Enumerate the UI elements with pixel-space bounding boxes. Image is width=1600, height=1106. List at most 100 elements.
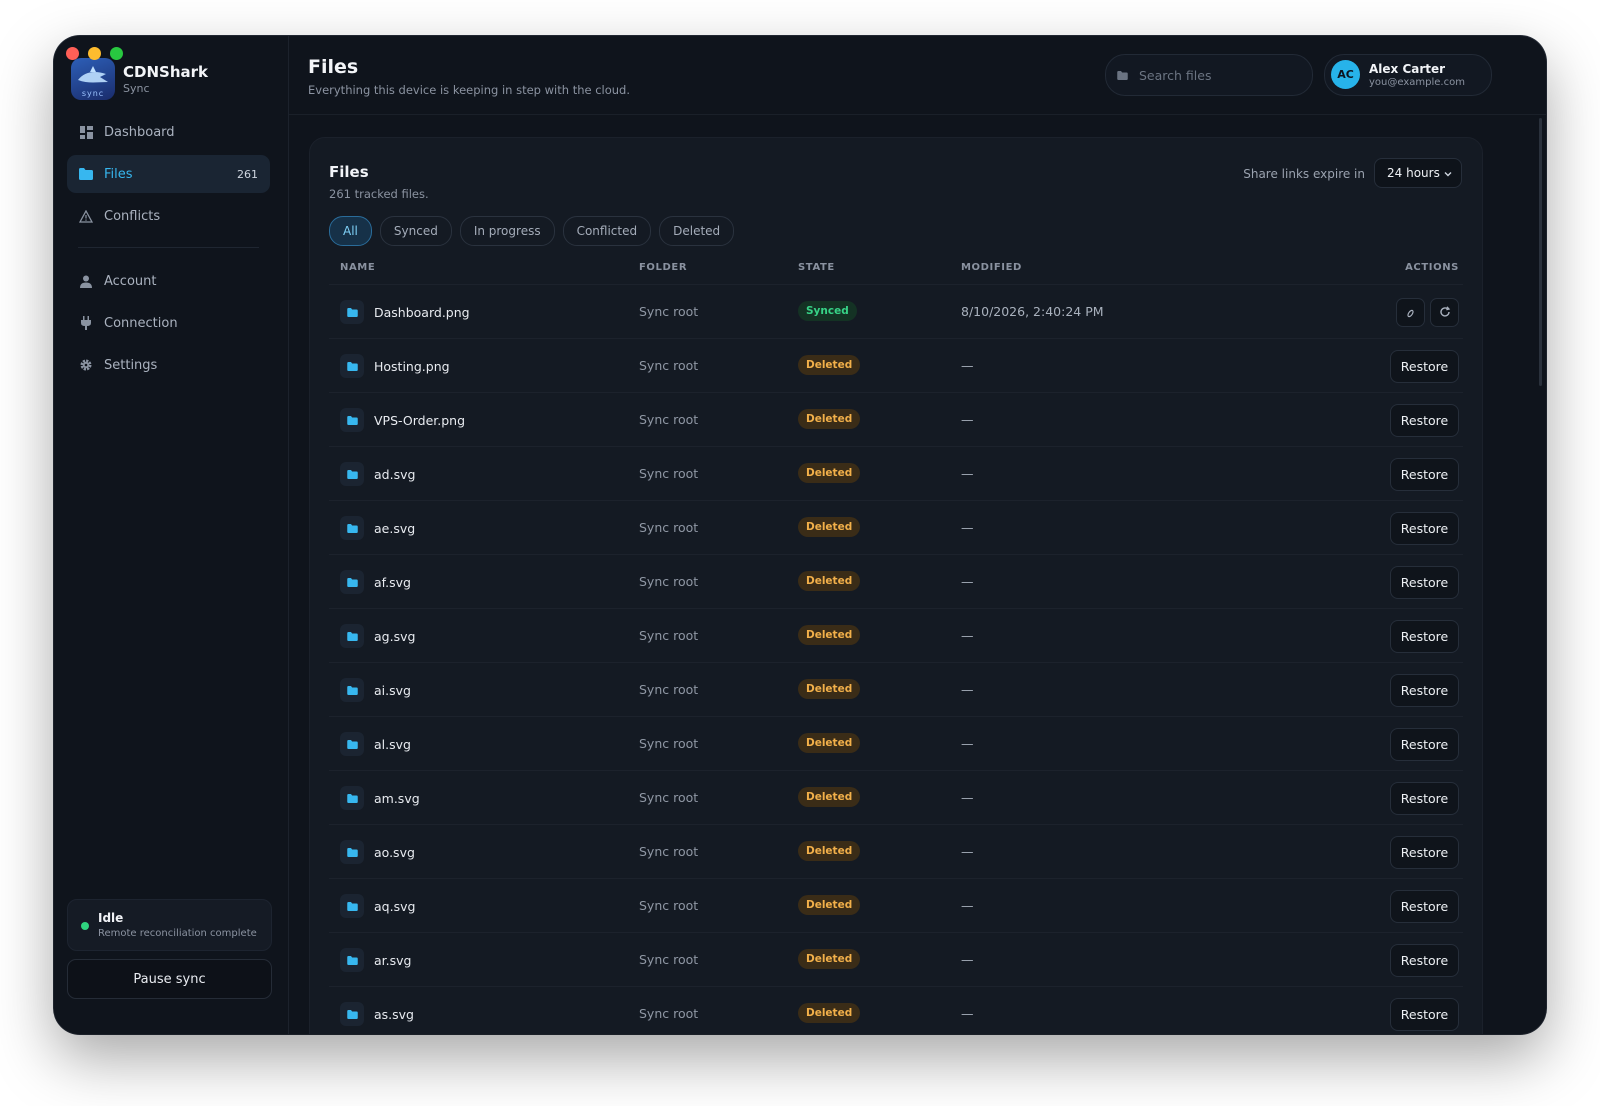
sync-status-panel: Idle Remote reconciliation complete [67, 899, 272, 951]
folder-icon [340, 840, 364, 864]
folder-icon [1117, 70, 1128, 80]
folder-icon [340, 354, 364, 378]
restore-button[interactable]: Restore [1390, 404, 1459, 437]
file-name: am.svg [374, 790, 420, 806]
files-table: Dashboard.png Sync root Synced 8/10/2026, 2… [329, 284, 1463, 1034]
sidebar-nav: Dashboard Files 261 Conflicts Account Co… [67, 113, 270, 388]
column-header-state[interactable]: STATE [798, 262, 835, 273]
close-window-button[interactable] [66, 47, 79, 60]
share-link-button[interactable] [1396, 298, 1425, 327]
sidebar-item-files[interactable]: Files 261 [67, 155, 270, 193]
logo-text: sync [81, 89, 105, 98]
folder-icon [340, 462, 364, 486]
restore-button[interactable]: Restore [1390, 350, 1459, 383]
table-row[interactable]: ai.svg Sync root Deleted — Restore [329, 662, 1463, 716]
file-folder: Sync root [639, 304, 699, 319]
search-box[interactable] [1105, 54, 1313, 96]
restore-button[interactable]: Restore [1390, 458, 1459, 491]
file-name-cell: al.svg [340, 732, 411, 756]
sidebar-item-conflicts[interactable]: Conflicts [67, 197, 270, 235]
sidebar-item-label: Files [104, 166, 133, 182]
table-row[interactable]: af.svg Sync root Deleted — Restore [329, 554, 1463, 608]
share-expiry-select[interactable]: 24 hours [1374, 158, 1462, 188]
shark-logo-icon: sync [71, 58, 115, 100]
table-row[interactable]: ao.svg Sync root Deleted — Restore [329, 824, 1463, 878]
table-row[interactable]: Dashboard.png Sync root Synced 8/10/2026, 2… [329, 284, 1463, 338]
table-row[interactable]: VPS-Order.png Sync root Deleted — Restore [329, 392, 1463, 446]
restore-button[interactable]: Restore [1390, 944, 1459, 977]
folder-icon [340, 624, 364, 648]
filter-all[interactable]: All [329, 216, 372, 246]
restore-button[interactable]: Restore [1390, 998, 1459, 1031]
restore-button[interactable]: Restore [1390, 620, 1459, 653]
status-badge: Deleted [798, 679, 861, 699]
tracked-files-count: 261 tracked files. [329, 187, 429, 201]
plug-icon [79, 316, 93, 330]
table-row[interactable]: al.svg Sync root Deleted — Restore [329, 716, 1463, 770]
warning-icon [79, 209, 93, 223]
file-modified: — [961, 898, 974, 913]
sidebar-item-settings[interactable]: Settings [67, 346, 270, 384]
user-icon [79, 274, 93, 288]
file-name: af.svg [374, 574, 411, 590]
column-header-folder[interactable]: FOLDER [639, 262, 687, 273]
table-row[interactable]: am.svg Sync root Deleted — Restore [329, 770, 1463, 824]
table-row[interactable]: ag.svg Sync root Deleted — Restore [329, 608, 1463, 662]
folder-icon [340, 408, 364, 432]
folder-icon [340, 516, 364, 540]
sidebar-item-label: Connection [104, 315, 178, 331]
table-row[interactable]: as.svg Sync root Deleted — Restore [329, 986, 1463, 1034]
table-row[interactable]: ae.svg Sync root Deleted — Restore [329, 500, 1463, 554]
file-name-cell: aq.svg [340, 894, 415, 918]
restore-button[interactable]: Restore [1390, 674, 1459, 707]
filter-in-progress[interactable]: In progress [459, 216, 555, 246]
restore-button[interactable]: Restore [1390, 512, 1459, 545]
pause-sync-button[interactable]: Pause sync [67, 959, 272, 999]
sidebar-item-connection[interactable]: Connection [67, 304, 270, 342]
file-name-cell: ad.svg [340, 462, 415, 486]
file-folder: Sync root [639, 736, 699, 751]
user-email: you@example.com [1369, 77, 1465, 88]
table-row[interactable]: ar.svg Sync root Deleted — Restore [329, 932, 1463, 986]
table-row[interactable]: Hosting.png Sync root Deleted — Restore [329, 338, 1463, 392]
filter-deleted[interactable]: Deleted [659, 216, 735, 246]
file-name-cell: ae.svg [340, 516, 415, 540]
column-header-name[interactable]: NAME [340, 262, 375, 273]
maximize-window-button[interactable] [110, 47, 123, 60]
file-name: ae.svg [374, 520, 416, 536]
status-badge: Deleted [798, 1003, 861, 1023]
minimize-window-button[interactable] [88, 47, 101, 60]
restore-button[interactable]: Restore [1390, 836, 1459, 869]
user-menu[interactable]: AC Alex Carter you@example.com [1324, 54, 1492, 96]
restore-button[interactable]: Restore [1390, 782, 1459, 815]
sidebar-item-account[interactable]: Account [67, 262, 270, 300]
file-name: ad.svg [374, 466, 416, 482]
grid-icon [79, 125, 93, 139]
column-header-modified[interactable]: MODIFIED [961, 262, 1022, 273]
status-badge: Deleted [798, 463, 861, 483]
file-folder: Sync root [639, 520, 699, 535]
file-modified: — [961, 466, 974, 481]
folder-icon [79, 167, 93, 181]
page-subtitle: Everything this device is keeping in ste… [308, 83, 631, 97]
nav-divider [78, 247, 259, 248]
share-expiry-value: 24 hours [1387, 166, 1440, 180]
file-folder: Sync root [639, 844, 699, 859]
search-input[interactable] [1137, 66, 1291, 84]
file-folder: Sync root [639, 790, 699, 805]
scrollbar-thumb[interactable] [1539, 118, 1542, 386]
file-modified: — [961, 412, 974, 427]
filter-synced[interactable]: Synced [379, 216, 452, 246]
table-row[interactable]: ad.svg Sync root Deleted — Restore [329, 446, 1463, 500]
sidebar-item-label: Dashboard [104, 124, 175, 140]
restore-button[interactable]: Restore [1390, 566, 1459, 599]
restore-button[interactable]: Restore [1390, 728, 1459, 761]
table-row[interactable]: aq.svg Sync root Deleted — Restore [329, 878, 1463, 932]
restore-button[interactable]: Restore [1390, 890, 1459, 923]
file-folder: Sync root [639, 412, 699, 427]
file-modified: — [961, 358, 974, 373]
file-modified: — [961, 736, 974, 751]
resync-button[interactable] [1430, 298, 1459, 327]
filter-conflicted[interactable]: Conflicted [562, 216, 652, 246]
sidebar-item-dashboard[interactable]: Dashboard [67, 113, 270, 151]
